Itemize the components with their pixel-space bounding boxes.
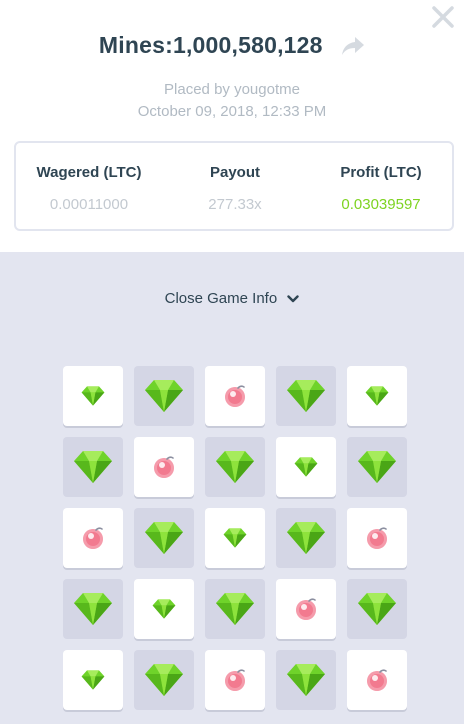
gem-icon: [145, 664, 183, 696]
mine-icon: [83, 527, 103, 549]
stat-label: Payout: [209, 164, 260, 181]
placed-by: Placed by yougotme: [164, 81, 300, 98]
bet-date: October 09, 2018, 12:33 PM: [137, 103, 327, 120]
grid-tile[interactable]: [276, 579, 336, 639]
grid-tile[interactable]: [63, 508, 123, 568]
gem-icon: [74, 451, 112, 483]
stat-label: Wagered (LTC): [36, 164, 142, 181]
gem-icon: [358, 593, 396, 625]
gem-icon: [152, 599, 176, 619]
mine-icon: [367, 669, 387, 691]
game-board-panel: Close Game Info: [0, 252, 464, 724]
share-icon[interactable]: [341, 36, 365, 56]
mine-icon: [154, 456, 174, 478]
gem-icon: [287, 664, 325, 696]
gem-icon: [358, 451, 396, 483]
grid-tile[interactable]: [134, 579, 194, 639]
grid-tile[interactable]: [276, 437, 336, 497]
stat-value: 0.00011000: [49, 196, 129, 213]
grid-tile[interactable]: [134, 650, 194, 710]
mine-icon: [225, 669, 245, 691]
toggle-label: Close Game Info: [164, 290, 278, 307]
stat-value: 277.33x: [208, 196, 262, 213]
grid-tile[interactable]: [347, 650, 407, 710]
gem-icon: [287, 380, 325, 412]
grid-tile[interactable]: [347, 508, 407, 568]
game-title: Mines:1,000,580,128: [98, 32, 323, 58]
gem-icon: [74, 593, 112, 625]
grid-tile[interactable]: [347, 579, 407, 639]
gem-icon: [223, 528, 247, 548]
chevron-down-icon: [287, 295, 300, 303]
gem-icon: [145, 380, 183, 412]
grid-tile[interactable]: [63, 579, 123, 639]
bet-stats-card: Wagered (LTC) 0.00011000 Payout 277.33x …: [14, 141, 454, 231]
gem-icon: [145, 522, 183, 554]
grid-tile[interactable]: [347, 366, 407, 426]
mine-icon: [225, 385, 245, 407]
grid-tile[interactable]: [205, 508, 265, 568]
grid-tile[interactable]: [276, 366, 336, 426]
grid-tile[interactable]: [205, 366, 265, 426]
grid-tile[interactable]: [134, 437, 194, 497]
mine-icon: [367, 527, 387, 549]
gem-icon: [216, 451, 254, 483]
mine-icon: [296, 598, 316, 620]
close-game-info-button[interactable]: Close Game Info: [0, 290, 464, 307]
grid-tile[interactable]: [205, 437, 265, 497]
gem-icon: [216, 593, 254, 625]
grid-tile[interactable]: [205, 579, 265, 639]
stat-label: Profit (LTC): [340, 164, 422, 181]
gem-icon: [287, 522, 325, 554]
gem-icon: [294, 457, 318, 477]
grid-tile[interactable]: [63, 650, 123, 710]
gem-icon: [81, 670, 105, 690]
game-info-header: Mines:1,000,580,128 Placed by yougotme O…: [0, 0, 464, 252]
grid-tile[interactable]: [63, 366, 123, 426]
grid-tile[interactable]: [134, 366, 194, 426]
grid-tile[interactable]: [347, 437, 407, 497]
close-icon[interactable]: [430, 4, 456, 30]
gem-icon: [365, 386, 389, 406]
grid-tile[interactable]: [63, 437, 123, 497]
grid-tile[interactable]: [134, 508, 194, 568]
grid-tile[interactable]: [276, 508, 336, 568]
gem-icon: [81, 386, 105, 406]
stat-value: 0.03039597: [341, 196, 421, 213]
grid-tile[interactable]: [276, 650, 336, 710]
grid-tile[interactable]: [205, 650, 265, 710]
title-row: Mines:1,000,580,128: [0, 32, 464, 59]
